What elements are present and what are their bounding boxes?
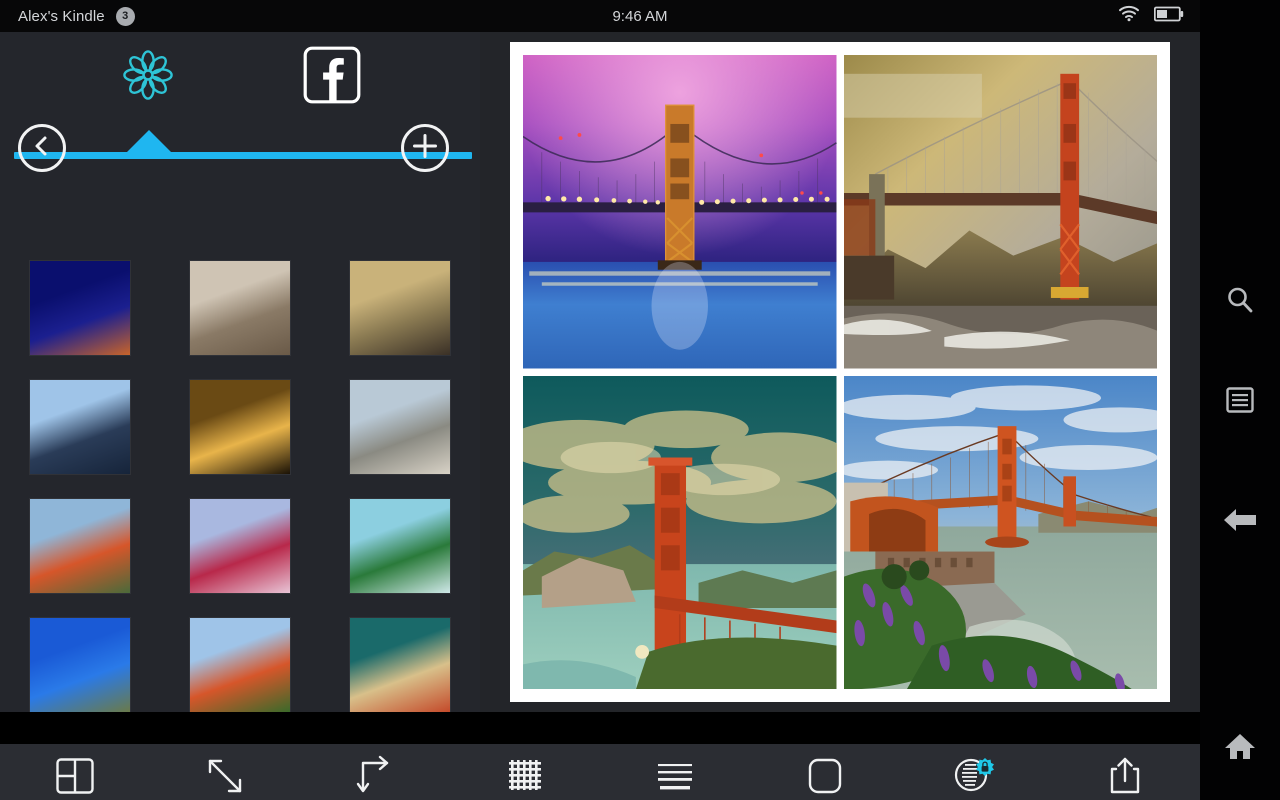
thumbnail-grid xyxy=(0,228,480,712)
thumbnail-cell xyxy=(0,248,160,367)
layout-grid-icon xyxy=(53,754,97,798)
thumb-golden-gate-teal[interactable] xyxy=(350,617,450,712)
tool-aspect[interactable]: Aspect xyxy=(300,754,450,800)
thumbnail-cell xyxy=(160,605,320,712)
thumb-palm-beach[interactable] xyxy=(350,498,450,593)
facebook-icon xyxy=(303,46,361,109)
thumbnail-cell xyxy=(320,248,480,367)
add-photo-button[interactable] xyxy=(401,124,449,172)
thumb-seashell-sand[interactable] xyxy=(190,260,290,355)
photo-golden-gate-fort-point-flowers[interactable] xyxy=(843,375,1157,689)
photo-golden-gate-sepia-waves[interactable] xyxy=(843,55,1157,369)
system-nav-bar xyxy=(1200,0,1280,800)
thumbnail-row xyxy=(0,248,480,367)
editor-toolbar: Layout Resize xyxy=(0,744,1200,800)
search-icon xyxy=(1225,285,1255,320)
color-circle-icon xyxy=(951,754,999,798)
tool-color[interactable]: Color xyxy=(900,754,1050,800)
nav-home-button[interactable] xyxy=(1200,718,1280,778)
thumb-city-skyline[interactable] xyxy=(30,379,130,474)
chevron-left-circle-icon xyxy=(31,135,53,162)
tool-export[interactable]: Export xyxy=(1050,754,1200,800)
home-icon xyxy=(1224,731,1256,766)
thumb-golden-gate-coast[interactable] xyxy=(30,498,130,593)
tab-facebook[interactable] xyxy=(289,42,375,112)
collage-frame xyxy=(510,42,1170,702)
thumbnail-row xyxy=(0,486,480,605)
resize-arrows-icon xyxy=(203,754,247,798)
flower-gallery-icon xyxy=(120,47,176,108)
source-tabs xyxy=(0,32,480,159)
thumbnail-cell xyxy=(320,486,480,605)
collage-canvas-area[interactable] xyxy=(480,32,1200,712)
thumbnail-cell xyxy=(160,248,320,367)
thumbnail-cell xyxy=(0,486,160,605)
thumb-zen-stones[interactable] xyxy=(350,379,450,474)
thumbnail-cell xyxy=(160,367,320,486)
thumbnail-cell xyxy=(0,228,160,248)
status-bar-clock: 9:46 AM xyxy=(612,7,668,25)
thumb-golden-gate-hillside[interactable] xyxy=(190,617,290,712)
previous-button[interactable] xyxy=(18,124,66,172)
rounded-square-icon xyxy=(803,754,847,798)
wifi-icon xyxy=(1118,5,1140,27)
nav-menu-button[interactable] xyxy=(1200,372,1280,432)
aspect-arrow-icon xyxy=(353,754,397,798)
thumb-eiffel-tower[interactable] xyxy=(190,379,290,474)
menu-list-icon xyxy=(1225,386,1255,419)
texture-weave-icon xyxy=(503,754,547,798)
tool-layout[interactable]: Layout xyxy=(0,754,150,800)
thumb-golden-gate-sepia[interactable] xyxy=(350,260,450,355)
tool-resize[interactable]: Resize xyxy=(150,754,300,800)
photo-source-panel xyxy=(0,32,480,712)
thumbnail-cell xyxy=(160,486,320,605)
tab-gallery[interactable] xyxy=(105,42,191,112)
share-export-icon xyxy=(1103,754,1147,798)
notification-badge[interactable]: 3 xyxy=(115,6,135,26)
tool-texture[interactable]: Texture xyxy=(450,754,600,800)
lock-badge-icon xyxy=(976,758,994,776)
app-root: Alex's Kindle 3 9:46 AM xyxy=(0,0,1280,800)
work-area: Layout Resize xyxy=(0,32,1200,800)
thumbnail-cell xyxy=(0,605,160,712)
back-arrow-icon xyxy=(1223,506,1257,539)
battery-icon xyxy=(1153,6,1184,27)
thumbnail-cell xyxy=(0,367,160,486)
tool-border[interactable]: Border xyxy=(600,754,750,800)
thumbnail-cell xyxy=(160,228,320,248)
nav-search-button[interactable] xyxy=(1200,272,1280,332)
border-lines-icon xyxy=(653,754,697,798)
status-bar: Alex's Kindle 3 9:46 AM xyxy=(0,0,1280,32)
plus-circle-icon xyxy=(412,133,438,164)
thumbnail-row xyxy=(0,228,480,248)
nav-back-button[interactable] xyxy=(1200,492,1280,552)
thumbnail-cell xyxy=(320,605,480,712)
photo-golden-gate-teal-clouds[interactable] xyxy=(523,375,837,689)
status-bar-left: Alex's Kindle 3 xyxy=(0,6,380,26)
thumb-pagoda-cherry-blossom[interactable] xyxy=(190,498,290,593)
thumbnail-row xyxy=(0,367,480,486)
device-name: Alex's Kindle xyxy=(18,7,105,25)
thumbnail-row xyxy=(0,605,480,712)
thumbnail-scroll-area[interactable] xyxy=(0,228,480,712)
thumbnail-cell xyxy=(320,367,480,486)
thumbnail-cell xyxy=(320,228,480,248)
tool-corners[interactable]: Corners xyxy=(750,754,900,800)
thumb-bay-bridge-night[interactable] xyxy=(30,260,130,355)
thumb-blue-sky-town[interactable] xyxy=(30,617,130,712)
panel-nav-row xyxy=(0,120,480,182)
photo-golden-gate-purple-night[interactable] xyxy=(523,55,837,369)
